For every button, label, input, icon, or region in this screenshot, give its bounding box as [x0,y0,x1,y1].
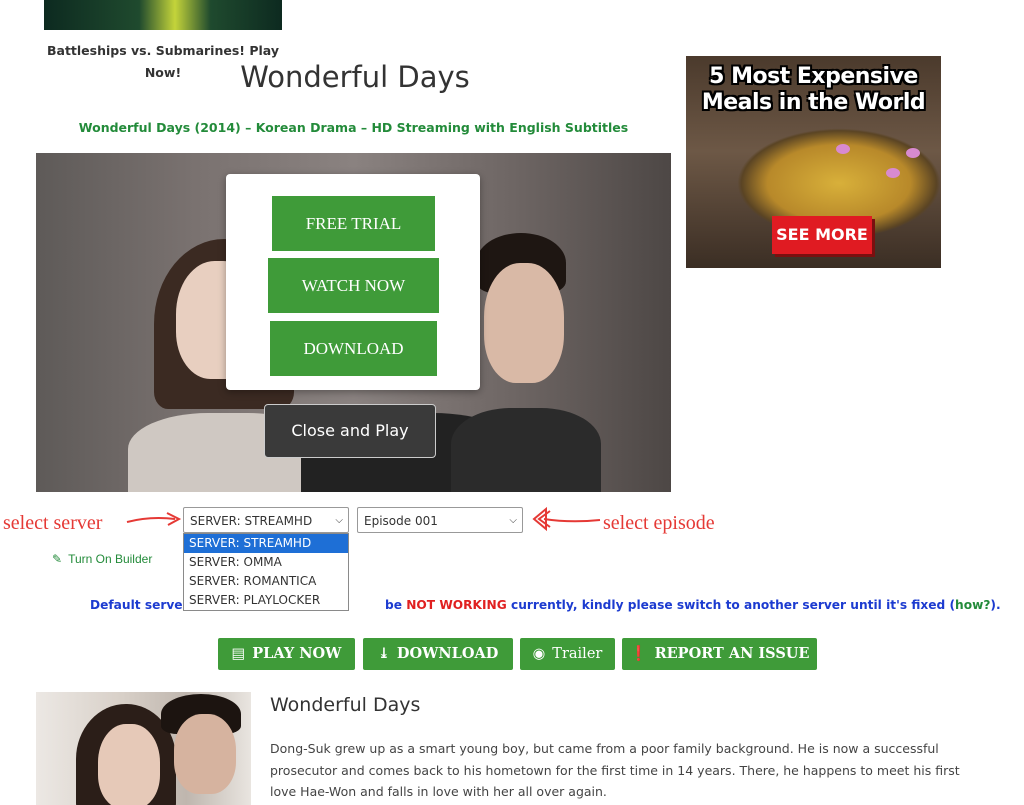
garnish-decoration [906,148,920,158]
server-select[interactable]: SERVER: STREAMHD ⌵ [183,507,349,533]
report-issue-button[interactable]: ❗ REPORT AN ISSUE [622,638,817,670]
eye-icon: ◉ [532,646,546,662]
episode-select-value: Episode 001 [364,514,438,528]
poster-woman-face [98,724,160,805]
pencil-icon: ✎ [52,552,63,566]
download-button[interactable]: ⤓ DOWNLOAD [363,638,513,670]
drama-title: Wonderful Days [270,694,421,716]
promo-thumbnail[interactable] [44,0,282,30]
garnish-decoration [886,168,900,178]
ad-see-more-button[interactable]: SEE MORE [772,216,872,254]
poster-man-face [174,714,236,794]
page-subtitle: Wonderful Days (2014) – Korean Drama – H… [78,120,629,135]
play-now-button[interactable]: ▤ PLAY NOW [218,638,355,670]
episode-select[interactable]: Episode 001 ⌵ [357,507,523,533]
garnish-decoration [836,144,850,154]
trailer-label: Trailer [552,646,603,662]
ad-title: 5 Most Expensive Meals in the World [686,64,941,116]
popup-download-button[interactable]: DOWNLOAD [270,321,437,376]
turn-on-builder-link[interactable]: ✎ Turn On Builder [52,552,152,566]
server-select-value: SERVER: STREAMHD [190,514,313,528]
notice-end: ). [990,598,1001,612]
server-dropdown-list[interactable]: SERVER: STREAMHD SERVER: OMMA SERVER: RO… [183,533,349,611]
promo-popup: FREE TRIAL WATCH NOW DOWNLOAD [226,174,480,390]
server-option-streamhd[interactable]: SERVER: STREAMHD [184,534,348,553]
how-link[interactable]: how? [955,598,990,612]
synopsis-line: prosecutor and comes back to his hometow… [270,762,960,778]
ad-title-line-1: 5 Most Expensive [709,64,918,89]
select-episode-annotation: select episode [603,512,715,534]
poster-man-face [484,263,564,383]
free-trial-button[interactable]: FREE TRIAL [272,196,435,251]
notice-middle: be [385,598,407,612]
arrow-left-icon [532,506,601,532]
close-and-play-button[interactable]: Close and Play [264,404,436,458]
synopsis-line: Dong-Suk grew up as a smart young boy, b… [270,741,939,756]
drama-poster[interactable] [36,692,251,805]
ad-title-line-2: Meals in the World [701,90,926,115]
play-now-label: PLAY NOW [252,645,342,662]
arrow-right-icon [126,512,182,526]
builder-link-label: Turn On Builder [68,552,153,566]
server-option-romantica[interactable]: SERVER: ROMANTICA [184,572,348,591]
film-icon: ▤ [231,645,246,662]
chevron-down-icon: ⌵ [335,515,343,526]
notice-text-continued: be NOT WORKING currently, kindly please … [385,596,1001,614]
select-server-annotation: select server [3,512,103,534]
server-option-omma[interactable]: SERVER: OMMA [184,553,348,572]
trailer-button[interactable]: ◉ Trailer [520,638,615,670]
download-label: DOWNLOAD [396,645,499,662]
drama-synopsis: Dong-Suk grew up as a smart young boy, b… [270,738,970,803]
watch-now-button[interactable]: WATCH NOW [268,258,439,313]
download-icon: ⤓ [377,645,390,662]
synopsis-line: love Hae-Won and falls in love with her … [270,784,607,799]
notice-not-working: NOT WORKING [406,598,507,612]
notice-after: currently, kindly please switch to anoth… [506,598,956,612]
report-label: REPORT AN ISSUE [654,645,810,662]
notice-text-start: Default serve [90,598,183,612]
chevron-down-icon: ⌵ [509,515,517,526]
poster-man-coat [451,408,601,492]
server-option-playlocker[interactable]: SERVER: PLAYLOCKER [184,591,348,610]
exclamation-circle-icon: ❗ [629,645,648,662]
page-title: Wonderful Days [240,60,470,94]
advertisement[interactable]: 5 Most Expensive Meals in the World SEE … [686,56,941,268]
